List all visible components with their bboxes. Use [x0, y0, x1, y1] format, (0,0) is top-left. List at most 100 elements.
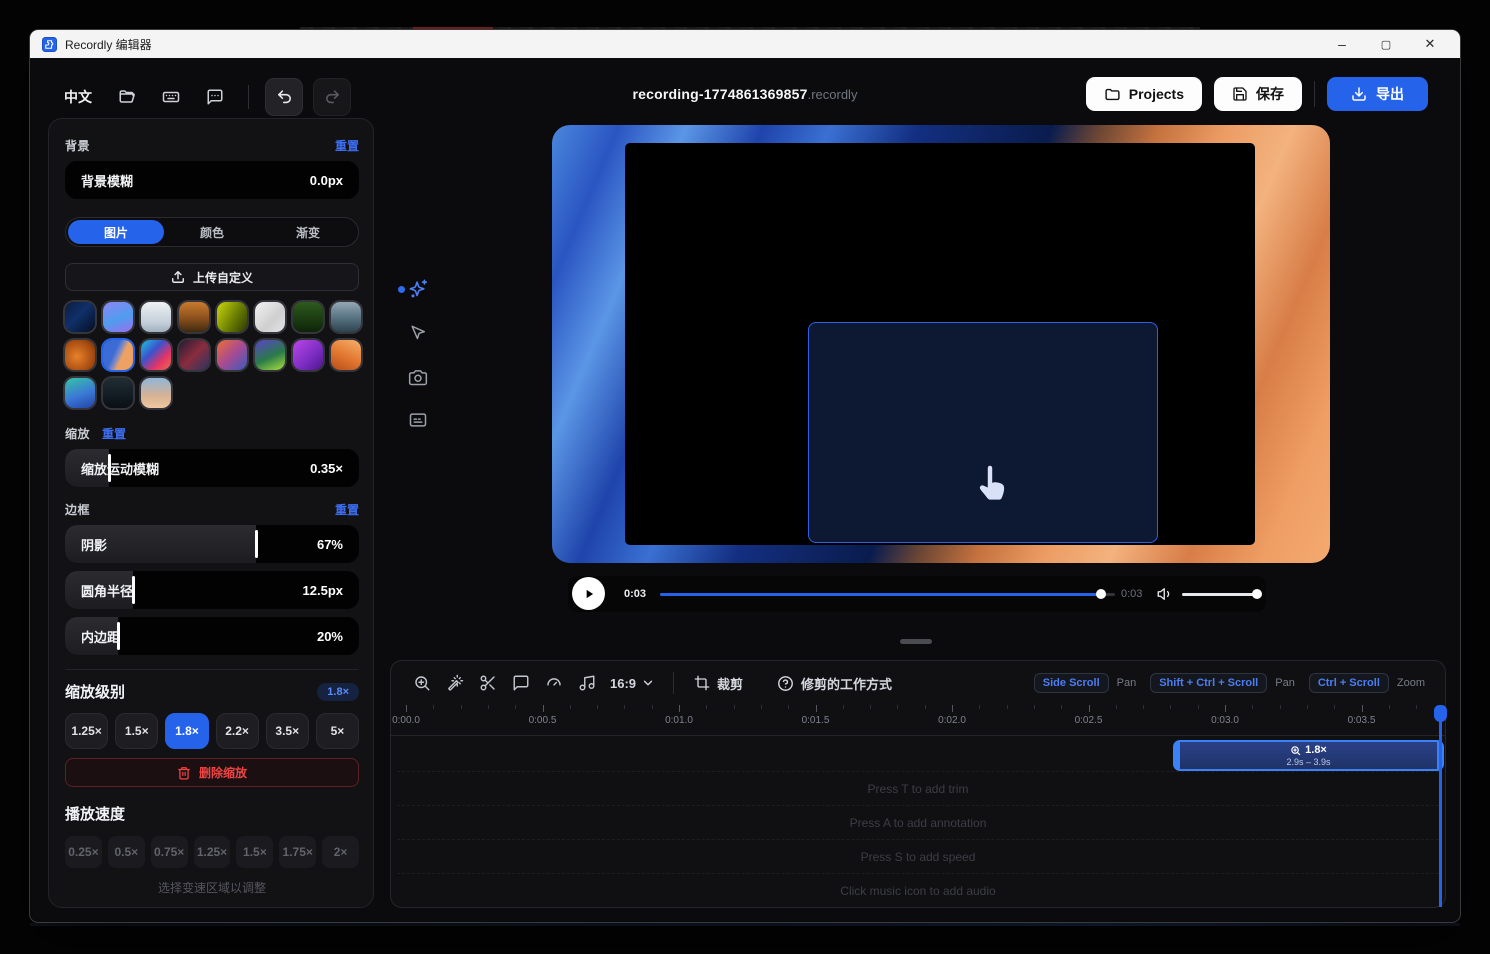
trim-help-button[interactable]: 修剪的工作方式 [767, 674, 902, 693]
background-thumbnail-orange-rays[interactable] [331, 340, 361, 370]
background-thumbnail-dark-red-dunes[interactable] [179, 340, 209, 370]
play-button[interactable] [572, 577, 605, 610]
seek-handle[interactable] [1096, 589, 1106, 599]
corner-radius-slider[interactable]: 圆角半径12.5px [65, 571, 359, 609]
zoom-reset-link[interactable]: 重置 [102, 425, 126, 442]
background-thumbnail-teal-blue-rays[interactable] [65, 378, 95, 408]
save-button[interactable]: 保存 [1214, 77, 1302, 111]
cursor-tool-button[interactable] [404, 319, 432, 347]
scroll-hint-action: Zoom [1397, 677, 1425, 689]
background-thumbnail-pastel-clouds[interactable] [141, 378, 171, 408]
tab-gradient[interactable]: 渐变 [260, 220, 356, 244]
background-thumbnail-purple-blue-flow[interactable] [103, 302, 133, 332]
maximize-button[interactable]: ▢ [1364, 30, 1408, 58]
background-thumbnail-blue-orange-rays[interactable] [103, 340, 133, 370]
zoom-region-clip[interactable]: 1.8× 2.9s – 3.9s [1173, 740, 1444, 771]
background-thumbnail-lime-abstract[interactable] [217, 302, 247, 332]
ruler-label: 0:00.0 [392, 715, 420, 726]
background-thumbnail-autumn-forest[interactable] [179, 302, 209, 332]
folder-icon [1104, 86, 1121, 103]
volume-icon[interactable] [1156, 585, 1174, 603]
background-thumbnail-dark-blue-abstract[interactable] [65, 302, 95, 332]
panel-resize-handle[interactable] [900, 639, 932, 644]
shadow-slider[interactable]: 阴影67% [65, 525, 359, 563]
language-button[interactable]: 中文 [56, 81, 100, 113]
zoom-level-5×[interactable]: 5× [316, 713, 359, 749]
slider-handle[interactable] [108, 454, 111, 482]
minimize-button[interactable]: – [1320, 30, 1364, 58]
ruler-minor-tick [515, 705, 516, 709]
zoom-in-tool-button[interactable] [407, 668, 437, 698]
magic-wand-tool-button[interactable] [440, 668, 470, 698]
padding-slider[interactable]: 内边距20% [65, 617, 359, 655]
background-thumbnail-green-plants[interactable] [293, 302, 323, 332]
background-thumbnail-sunset-dunes[interactable] [217, 340, 247, 370]
undo-button[interactable] [265, 78, 303, 116]
zoom-level-2.2×[interactable]: 2.2× [216, 713, 259, 749]
background-thumbnail-night-mountain[interactable] [103, 378, 133, 408]
background-thumbnail-purple-magenta[interactable] [293, 340, 323, 370]
volume-handle[interactable] [1252, 589, 1262, 599]
feedback-button[interactable] [198, 80, 232, 114]
timeline-tracks[interactable]: 1.8× 2.9s – 3.9s Press T to add trimPres… [391, 736, 1445, 907]
redo-button[interactable] [313, 78, 351, 116]
speed-gauge-icon [545, 674, 563, 692]
speed-0.5×[interactable]: 0.5× [108, 836, 145, 868]
sparkles-icon [407, 278, 429, 300]
speed-0.25×[interactable]: 0.25× [65, 836, 102, 868]
speed-1.5×[interactable]: 1.5× [236, 836, 273, 868]
music-note-tool-button[interactable] [572, 668, 602, 698]
zoom-level-1.5×[interactable]: 1.5× [115, 713, 158, 749]
tab-color[interactable]: 颜色 [164, 220, 260, 244]
camera-tool-button[interactable] [404, 363, 432, 391]
zoom-level-1.25×[interactable]: 1.25× [65, 713, 108, 749]
speed-0.75×[interactable]: 0.75× [151, 836, 188, 868]
upload-custom-button[interactable]: 上传自定义 [65, 263, 359, 291]
close-button[interactable]: ✕ [1408, 30, 1452, 58]
tab-image[interactable]: 图片 [68, 220, 164, 244]
background-thumbnail-bigsur-waves[interactable] [141, 340, 171, 370]
speed-1.25×[interactable]: 1.25× [194, 836, 231, 868]
open-file-button[interactable] [110, 80, 144, 114]
volume-slider[interactable] [1182, 593, 1258, 596]
video-preview[interactable] [552, 125, 1330, 563]
ruler-minor-tick [1307, 705, 1308, 709]
background-thumbnail-orange-flower[interactable] [65, 340, 95, 370]
background-thumbnail-snow-mountain[interactable] [141, 302, 171, 332]
effects-tool-button[interactable] [404, 275, 432, 303]
shortcuts-button[interactable] [154, 80, 188, 114]
export-button[interactable]: 导出 [1327, 77, 1428, 111]
annotation-tool-button[interactable] [506, 668, 536, 698]
speed-1.75×[interactable]: 1.75× [279, 836, 316, 868]
speed-gauge-tool-button[interactable] [539, 668, 569, 698]
playhead[interactable] [1439, 707, 1442, 907]
padding-label: 内边距 [81, 617, 120, 655]
captions-tool-button[interactable] [404, 406, 432, 434]
scissors-tool-button[interactable] [473, 668, 503, 698]
playhead-handle[interactable] [1434, 705, 1447, 722]
background-thumbnail-white-ripple[interactable] [255, 302, 285, 332]
zoom-level-1.8×[interactable]: 1.8× [165, 713, 208, 749]
ruler-tick [1089, 705, 1090, 712]
crop-button[interactable]: 裁剪 [684, 674, 753, 693]
border-reset-link[interactable]: 重置 [335, 501, 359, 518]
speed-2×[interactable]: 2× [322, 836, 359, 868]
ruler-minor-tick [1334, 705, 1335, 709]
background-reset-link[interactable]: 重置 [335, 137, 359, 154]
delete-zoom-button[interactable]: 删除缩放 [65, 758, 359, 787]
aspect-ratio-dropdown[interactable]: 16:9 [602, 676, 663, 691]
background-thumbnail-aurora-green[interactable] [255, 340, 285, 370]
background-thumbnail-lake-reflection[interactable] [331, 302, 361, 332]
projects-button[interactable]: Projects [1086, 77, 1202, 111]
captions-icon [408, 410, 428, 430]
zoom-level-3.5×[interactable]: 3.5× [266, 713, 309, 749]
ruler-label: 0:03.0 [1211, 715, 1239, 726]
slider-handle[interactable] [255, 530, 258, 558]
background-blur-slider[interactable]: 背景模糊 0.0px [65, 161, 359, 199]
seek-bar[interactable] [660, 593, 1115, 596]
zoom-motion-blur-slider[interactable]: 缩放运动模糊 0.35× [65, 449, 359, 487]
ruler-minor-tick [1061, 705, 1062, 709]
track-separator [397, 873, 1439, 874]
zoom-target-region[interactable] [808, 322, 1158, 543]
timeline-ruler[interactable]: 0:00.00:00.50:01.00:01.50:02.00:02.50:03… [391, 705, 1445, 736]
